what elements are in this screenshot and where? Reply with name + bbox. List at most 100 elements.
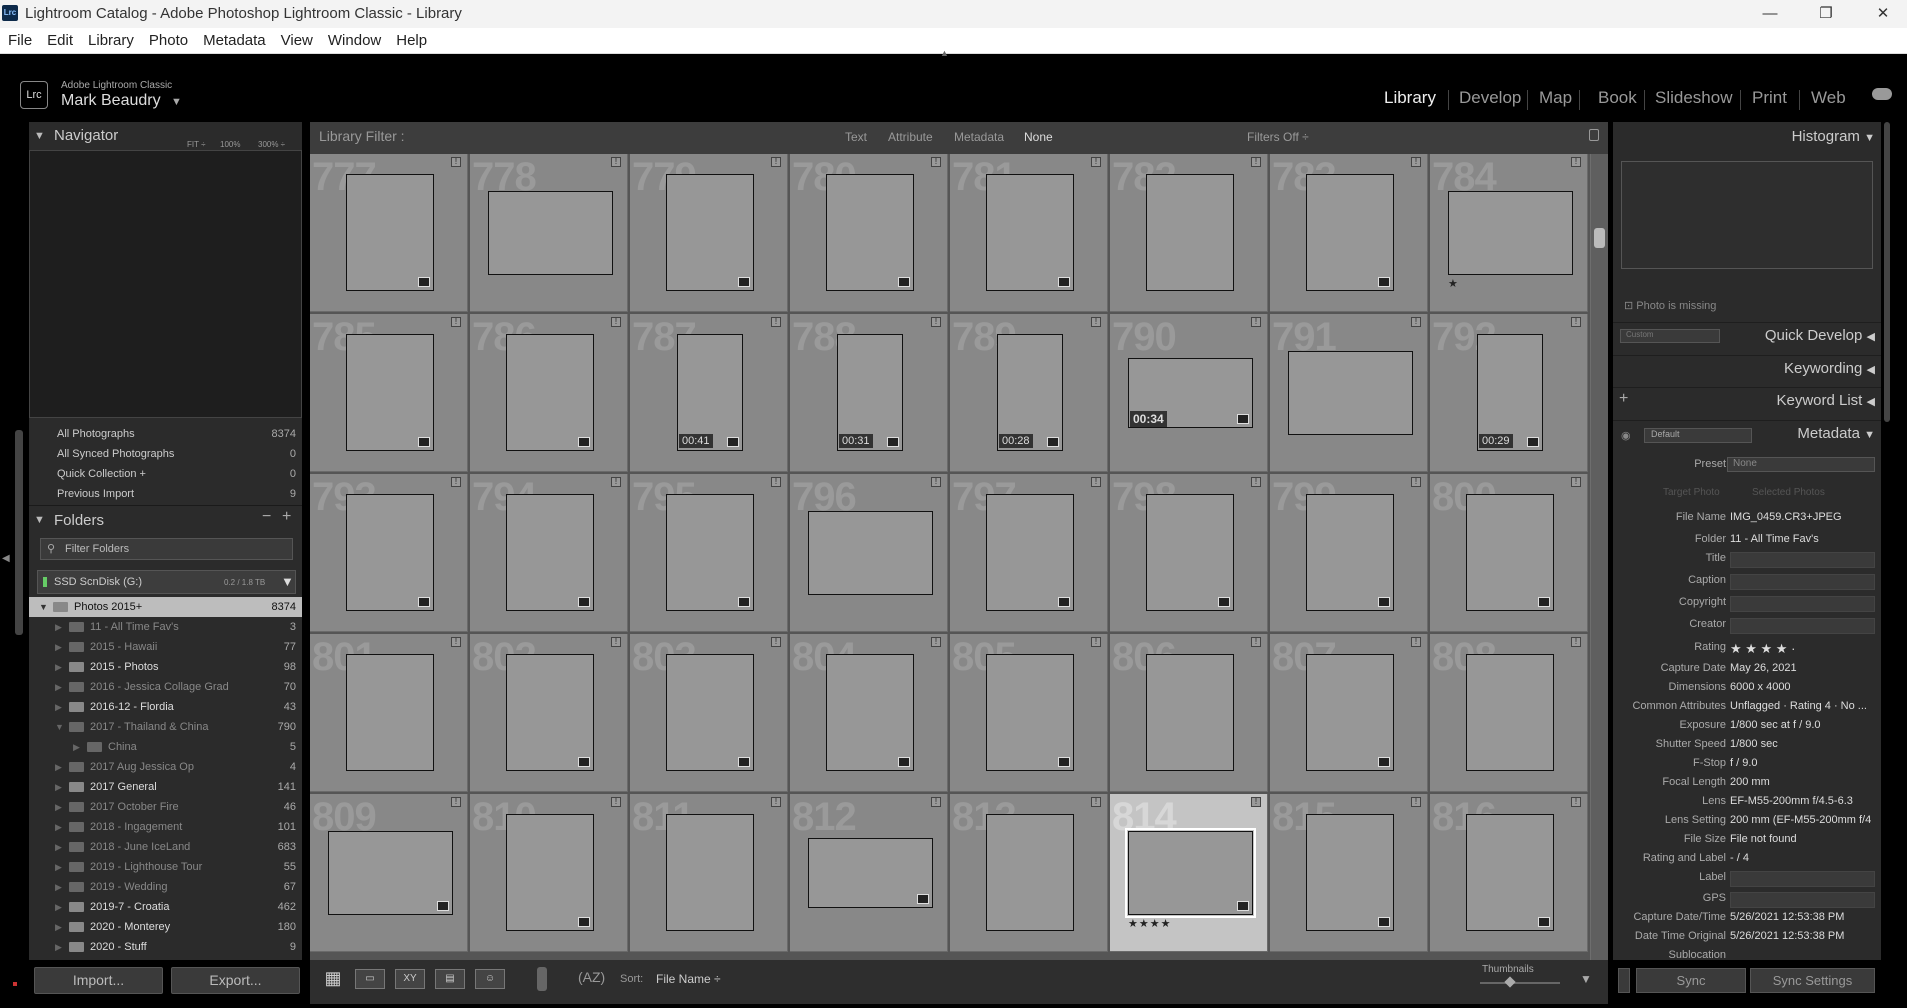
folder-item[interactable]: ▶ 2015 - Hawaii 77 [29, 637, 302, 657]
folder-item[interactable]: ▼ Photos 2015+ 8374 [29, 597, 302, 617]
photo-thumbnail[interactable] [1306, 494, 1394, 611]
photo-missing-icon[interactable]: ! [1091, 157, 1101, 167]
disclosure-triangle-icon[interactable]: ▶ [73, 737, 80, 757]
spray-can-icon[interactable] [537, 967, 547, 991]
folder-item[interactable]: ▶ 2016 - Jessica Collage Grad 70 [29, 677, 302, 697]
photo-missing-icon[interactable]: ! [931, 797, 941, 807]
photo-thumbnail[interactable] [986, 494, 1074, 611]
menu-metadata[interactable]: Metadata [195, 28, 273, 49]
thumbnail-cell[interactable]: 809! [310, 794, 468, 952]
thumbnail-cell[interactable]: 784! ★ [1430, 154, 1588, 312]
photo-thumbnail[interactable] [986, 814, 1074, 931]
filters-off-dropdown[interactable]: Filters Off ÷ [1247, 130, 1309, 144]
metadata-badge-icon[interactable] [738, 277, 750, 287]
metadata-input[interactable] [1730, 892, 1875, 908]
photo-missing-icon[interactable]: ! [611, 157, 621, 167]
photo-missing-icon[interactable]: ! [1411, 637, 1421, 647]
photo-missing-icon[interactable]: ! [1091, 797, 1101, 807]
folder-item[interactable]: ▶ 2016-12 - Flordia 43 [29, 697, 302, 717]
disclosure-triangle-icon[interactable]: ▶ [55, 797, 62, 817]
navigator-header[interactable]: ▼ Navigator FIT ÷ 100% 300% ÷ [29, 122, 302, 150]
thumbnail-cell[interactable]: 810! [470, 794, 628, 952]
disclosure-triangle-icon[interactable]: ▶ [55, 817, 62, 837]
thumbnail-cell[interactable]: 791! [1270, 314, 1428, 472]
photo-thumbnail[interactable] [826, 174, 914, 291]
folder-item[interactable]: ▶ 2017 Aug Jessica Op 4 [29, 757, 302, 777]
menu-file[interactable]: File [0, 28, 39, 49]
thumbnail-cell[interactable]: 788! 00:31 [790, 314, 948, 472]
metadata-badge-icon[interactable] [1378, 757, 1390, 767]
folder-item[interactable]: ▶ 2020 - Stuff 9 [29, 937, 302, 957]
identity-dropdown-icon[interactable]: ▼ [171, 96, 182, 108]
thumbnail-cell[interactable]: 799! [1270, 474, 1428, 632]
photo-thumbnail[interactable] [506, 494, 594, 611]
thumbnail-cell[interactable]: 803! [630, 634, 788, 792]
metadata-badge-icon[interactable] [898, 277, 910, 287]
photo-thumbnail[interactable] [808, 511, 933, 595]
photo-thumbnail[interactable] [986, 654, 1074, 771]
photo-thumbnail[interactable] [1466, 494, 1554, 611]
metadata-badge-icon[interactable] [418, 437, 430, 447]
filter-tab-text[interactable]: Text [845, 130, 867, 144]
photo-thumbnail[interactable] [1146, 494, 1234, 611]
catalog-all-synced[interactable]: All Synced Photographs 0 [29, 444, 302, 464]
grid-scroll-thumb[interactable] [1594, 228, 1605, 248]
cloud-icon[interactable] [1872, 88, 1892, 100]
survey-view-icon[interactable]: ▤ [435, 969, 465, 989]
grid-view-icon[interactable]: ▦ [318, 969, 348, 989]
volume-row[interactable]: SSD ScnDisk (G:) 0.2 / 1.8 TB ▼ [37, 570, 296, 594]
close-button[interactable]: ✕ [1860, 0, 1906, 28]
photo-thumbnail[interactable] [666, 814, 754, 931]
photo-missing-icon[interactable]: ! [1251, 317, 1261, 327]
photo-thumbnail[interactable] [488, 191, 613, 275]
folder-item[interactable]: ▶ 2017 General 141 [29, 777, 302, 797]
photo-thumbnail[interactable] [666, 174, 754, 291]
folder-item[interactable]: ▶ 2018 - June IceLand 683 [29, 837, 302, 857]
sync-button[interactable]: Sync [1636, 968, 1746, 993]
filter-folders-field[interactable]: ⚲ Filter Folders [40, 538, 293, 560]
thumbnail-slider-handle[interactable] [1504, 976, 1516, 988]
metadata-input[interactable] [1730, 574, 1875, 590]
disclosure-triangle-icon[interactable]: ▼ [55, 717, 64, 737]
import-button[interactable]: Import... [34, 967, 163, 994]
left-panel-toggle-icon[interactable]: ◀ [2, 553, 10, 564]
menu-window[interactable]: Window [320, 28, 388, 49]
thumbnail-cell[interactable]: 783! [1270, 154, 1428, 312]
photo-thumbnail[interactable] [986, 174, 1074, 291]
thumbnail-cell[interactable]: 786! [470, 314, 628, 472]
photo-thumbnail[interactable] [328, 831, 453, 915]
metadata-badge-icon[interactable] [1058, 277, 1070, 287]
left-panel-scrollbar[interactable] [15, 430, 23, 635]
thumbnail-cell[interactable]: 808! [1430, 634, 1588, 792]
metadata-badge-icon[interactable] [1538, 917, 1550, 927]
maximize-button[interactable]: ❐ [1803, 0, 1849, 28]
people-view-icon[interactable]: ☺ [475, 969, 505, 989]
photo-thumbnail[interactable] [666, 654, 754, 771]
photo-missing-icon[interactable]: ! [1251, 797, 1261, 807]
metadata-badge-icon[interactable] [738, 757, 750, 767]
thumbnail-cell[interactable]: 795! [630, 474, 788, 632]
disclosure-triangle-icon[interactable]: ▶ [55, 897, 62, 917]
photo-missing-icon[interactable]: ! [1091, 637, 1101, 647]
filter-tab-none[interactable]: None [1024, 130, 1053, 144]
disclosure-triangle-icon[interactable]: ▶ [55, 757, 62, 777]
photo-thumbnail[interactable] [666, 494, 754, 611]
photo-missing-icon[interactable]: ! [771, 477, 781, 487]
photo-missing-icon[interactable]: ! [1251, 637, 1261, 647]
photo-missing-icon[interactable]: ! [451, 157, 461, 167]
photo-thumbnail[interactable] [346, 654, 434, 771]
thumbnail-cell[interactable]: 793! [310, 474, 468, 632]
metadata-badge-icon[interactable] [1378, 597, 1390, 607]
metadata-badge-icon[interactable] [578, 437, 590, 447]
histogram-header[interactable]: Histogram ▼ [1613, 128, 1875, 145]
minimize-button[interactable]: — [1747, 0, 1793, 28]
folder-item[interactable]: ▶ 2015 - Photos 98 [29, 657, 302, 677]
metadata-badge-icon[interactable] [1378, 277, 1390, 287]
thumbnail-cell[interactable]: 782! [1110, 154, 1268, 312]
eye-icon[interactable]: ◉ [1621, 429, 1631, 442]
thumbnail-cell[interactable]: 814! ★★★★ [1110, 794, 1268, 952]
sort-dropdown[interactable]: File Name ÷ [656, 972, 721, 986]
photo-thumbnail[interactable] [1146, 654, 1234, 771]
photo-missing-icon[interactable]: ! [1251, 157, 1261, 167]
photo-missing-icon[interactable]: ! [1251, 477, 1261, 487]
